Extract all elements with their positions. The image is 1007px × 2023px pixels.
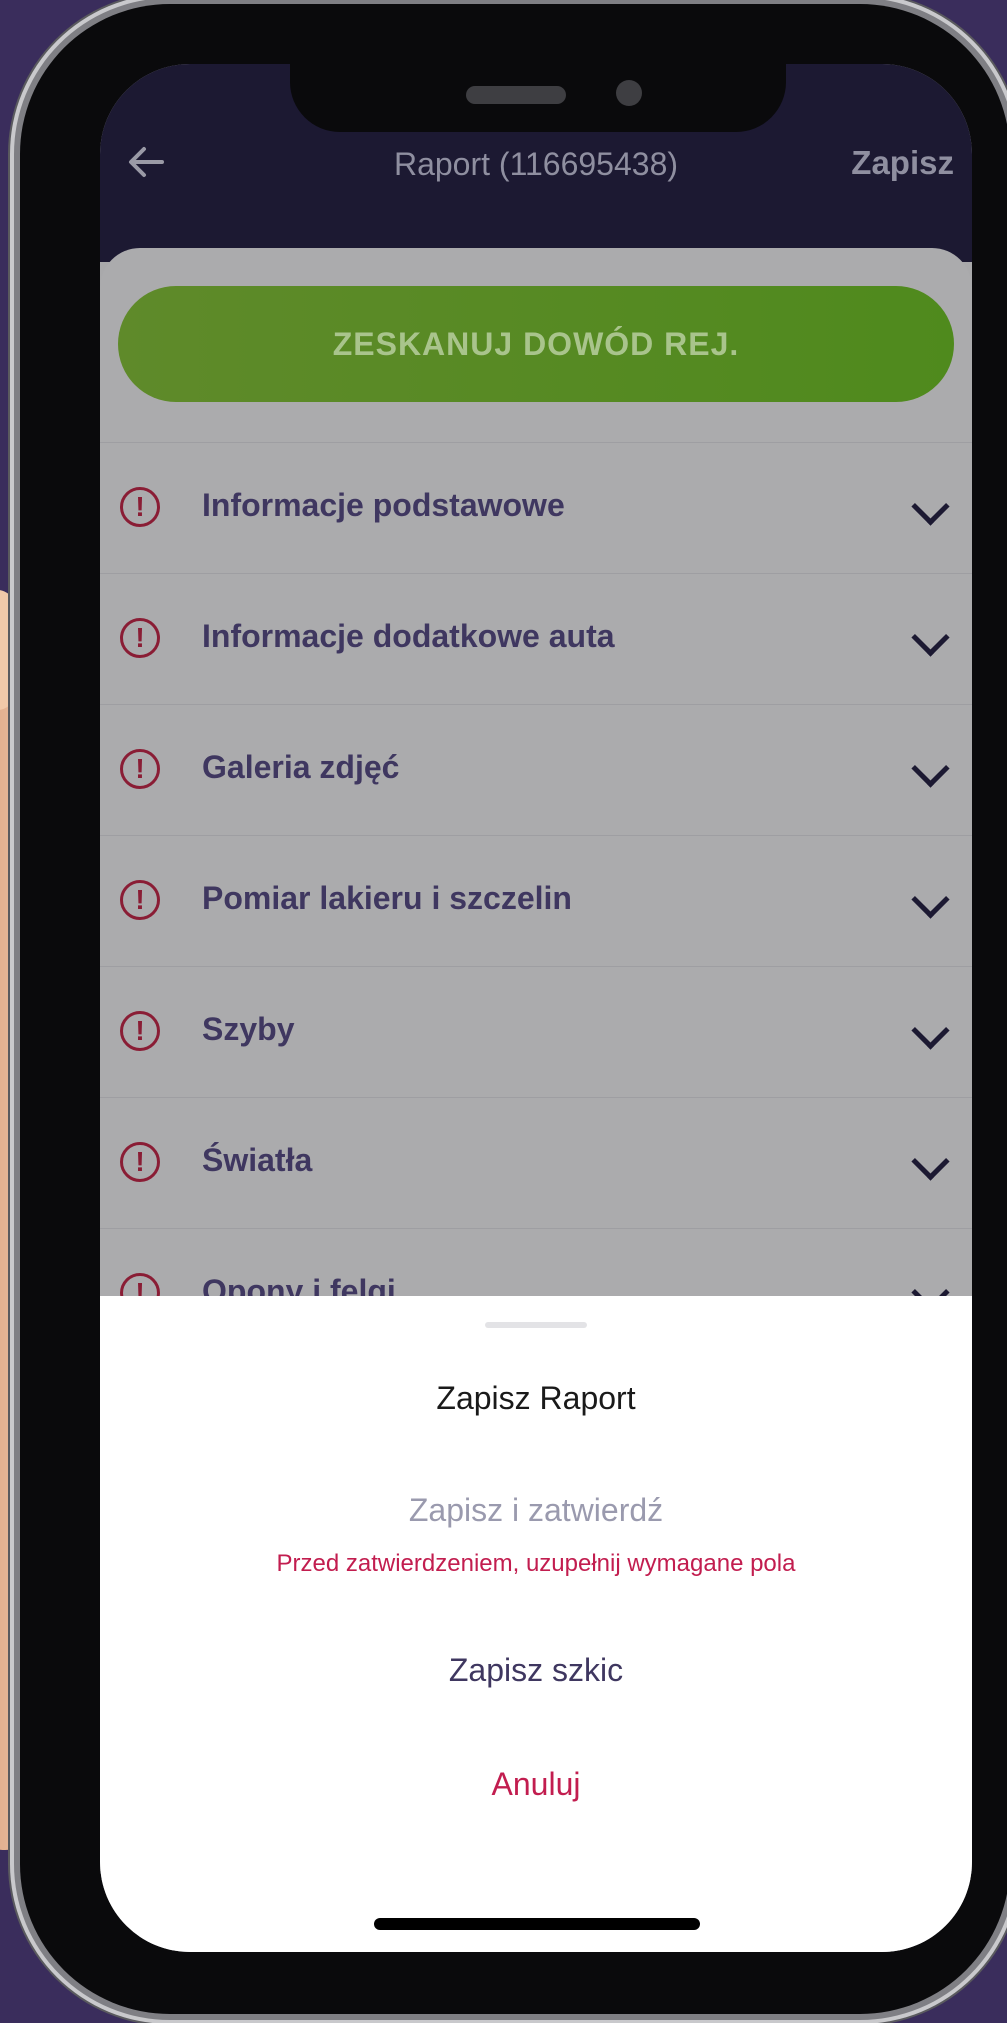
notch (290, 64, 786, 132)
chevron-down-icon (911, 1011, 950, 1050)
chevron-down-icon (911, 749, 950, 788)
warning-circle-icon: ! (120, 749, 160, 789)
section-pomiar-lakieru[interactable]: ! Pomiar lakieru i szczelin (100, 835, 972, 966)
front-camera (616, 80, 642, 106)
warning-circle-icon: ! (120, 1142, 160, 1182)
speaker (466, 86, 566, 104)
sheet-title: Zapisz Raport (436, 1380, 636, 1416)
save-and-confirm-button: Zapisz i zatwierdź (408, 1492, 664, 1528)
section-szyby[interactable]: ! Szyby (100, 966, 972, 1097)
chevron-down-icon (911, 1142, 950, 1181)
section-label: Światła (202, 1142, 313, 1178)
save-button[interactable]: Zapisz (851, 144, 954, 182)
warning-circle-icon: ! (120, 618, 160, 658)
required-fields-warning: Przed zatwierdzeniem, uzupełnij wymagane… (276, 1550, 796, 1577)
section-swiatla[interactable]: ! Światła (100, 1097, 972, 1228)
screen: Raport (116695438) Zapisz ZESKANUJ DOWÓD… (100, 64, 972, 1952)
section-informacje-podstawowe[interactable]: ! Informacje podstawowe (100, 442, 972, 573)
home-indicator[interactable] (374, 1918, 700, 1930)
section-label: Informacje podstawowe (202, 487, 565, 523)
section-label: Informacje dodatkowe auta (202, 618, 615, 654)
section-label: Szyby (202, 1011, 295, 1047)
warning-circle-icon: ! (120, 487, 160, 527)
phone-frame: Raport (116695438) Zapisz ZESKANUJ DOWÓD… (20, 4, 1007, 2014)
chevron-down-icon (911, 487, 950, 526)
warning-circle-icon: ! (120, 1011, 160, 1051)
section-galeria-zdjec[interactable]: ! Galeria zdjęć (100, 704, 972, 835)
save-report-action-sheet: Zapisz Raport Zapisz i zatwierdź Przed z… (100, 1296, 972, 1952)
sheet-grabber[interactable] (485, 1322, 587, 1328)
chevron-down-icon (911, 880, 950, 919)
section-label: Pomiar lakieru i szczelin (202, 880, 572, 916)
chevron-down-icon (911, 618, 950, 657)
scan-registration-button[interactable]: ZESKANUJ DOWÓD REJ. (118, 286, 954, 402)
cancel-button[interactable]: Anuluj (100, 1766, 972, 1803)
save-draft-button[interactable]: Zapisz szkic (100, 1652, 972, 1689)
page-title: Raport (116695438) (393, 146, 679, 182)
warning-circle-icon: ! (120, 880, 160, 920)
section-label: Galeria zdjęć (202, 749, 400, 785)
section-informacje-dodatkowe[interactable]: ! Informacje dodatkowe auta (100, 573, 972, 704)
